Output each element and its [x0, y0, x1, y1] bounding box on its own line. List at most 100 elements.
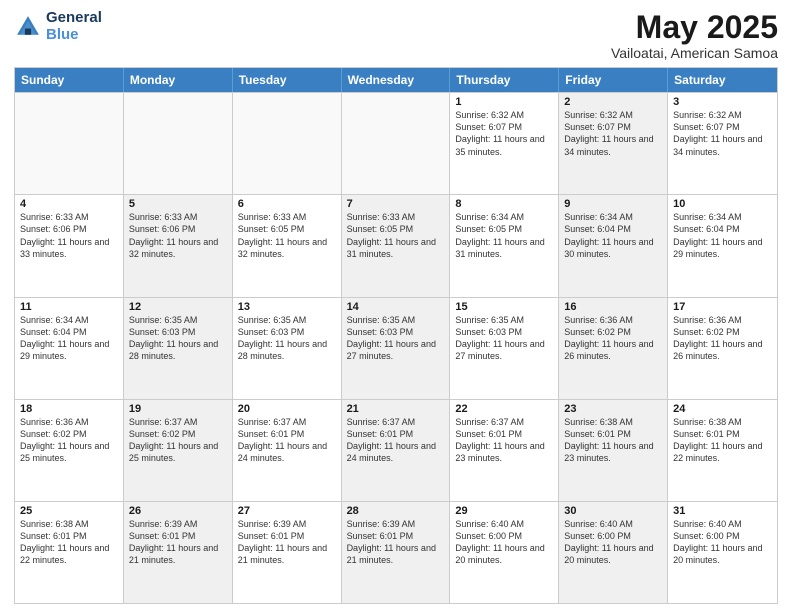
day-info: Sunrise: 6:33 AM Sunset: 6:06 PM Dayligh…: [129, 211, 227, 260]
day-cell-14: 14Sunrise: 6:35 AM Sunset: 6:03 PM Dayli…: [342, 298, 451, 399]
day-info: Sunrise: 6:35 AM Sunset: 6:03 PM Dayligh…: [347, 314, 445, 363]
day-header-saturday: Saturday: [668, 68, 777, 92]
day-number: 24: [673, 403, 772, 415]
day-number: 26: [129, 505, 227, 517]
day-info: Sunrise: 6:36 AM Sunset: 6:02 PM Dayligh…: [673, 314, 772, 363]
day-cell-5: 5Sunrise: 6:33 AM Sunset: 6:06 PM Daylig…: [124, 195, 233, 296]
day-header-monday: Monday: [124, 68, 233, 92]
day-cell-17: 17Sunrise: 6:36 AM Sunset: 6:02 PM Dayli…: [668, 298, 777, 399]
day-cell-20: 20Sunrise: 6:37 AM Sunset: 6:01 PM Dayli…: [233, 400, 342, 501]
day-header-wednesday: Wednesday: [342, 68, 451, 92]
day-info: Sunrise: 6:32 AM Sunset: 6:07 PM Dayligh…: [455, 109, 553, 158]
day-number: 1: [455, 96, 553, 108]
day-number: 18: [20, 403, 118, 415]
day-info: Sunrise: 6:33 AM Sunset: 6:05 PM Dayligh…: [238, 211, 336, 260]
day-header-thursday: Thursday: [450, 68, 559, 92]
day-number: 27: [238, 505, 336, 517]
day-cell-11: 11Sunrise: 6:34 AM Sunset: 6:04 PM Dayli…: [15, 298, 124, 399]
day-cell-3: 3Sunrise: 6:32 AM Sunset: 6:07 PM Daylig…: [668, 93, 777, 194]
day-number: 4: [20, 198, 118, 210]
day-number: 30: [564, 505, 662, 517]
day-number: 17: [673, 301, 772, 313]
day-number: 8: [455, 198, 553, 210]
day-info: Sunrise: 6:37 AM Sunset: 6:01 PM Dayligh…: [347, 416, 445, 465]
day-number: 6: [238, 198, 336, 210]
day-cell-26: 26Sunrise: 6:39 AM Sunset: 6:01 PM Dayli…: [124, 502, 233, 603]
day-number: 23: [564, 403, 662, 415]
day-header-friday: Friday: [559, 68, 668, 92]
day-number: 3: [673, 96, 772, 108]
subtitle: Vailoatai, American Samoa: [611, 45, 778, 61]
day-cell-18: 18Sunrise: 6:36 AM Sunset: 6:02 PM Dayli…: [15, 400, 124, 501]
empty-cell: [233, 93, 342, 194]
day-header-tuesday: Tuesday: [233, 68, 342, 92]
day-cell-28: 28Sunrise: 6:39 AM Sunset: 6:01 PM Dayli…: [342, 502, 451, 603]
calendar-row-4: 25Sunrise: 6:38 AM Sunset: 6:01 PM Dayli…: [15, 501, 777, 603]
empty-cell: [342, 93, 451, 194]
day-number: 29: [455, 505, 553, 517]
day-cell-23: 23Sunrise: 6:38 AM Sunset: 6:01 PM Dayli…: [559, 400, 668, 501]
day-number: 19: [129, 403, 227, 415]
day-info: Sunrise: 6:34 AM Sunset: 6:04 PM Dayligh…: [673, 211, 772, 260]
day-cell-4: 4Sunrise: 6:33 AM Sunset: 6:06 PM Daylig…: [15, 195, 124, 296]
day-info: Sunrise: 6:34 AM Sunset: 6:04 PM Dayligh…: [564, 211, 662, 260]
day-number: 11: [20, 301, 118, 313]
day-number: 25: [20, 505, 118, 517]
day-cell-16: 16Sunrise: 6:36 AM Sunset: 6:02 PM Dayli…: [559, 298, 668, 399]
calendar-body: 1Sunrise: 6:32 AM Sunset: 6:07 PM Daylig…: [15, 92, 777, 603]
day-info: Sunrise: 6:39 AM Sunset: 6:01 PM Dayligh…: [238, 518, 336, 567]
day-cell-13: 13Sunrise: 6:35 AM Sunset: 6:03 PM Dayli…: [233, 298, 342, 399]
day-cell-25: 25Sunrise: 6:38 AM Sunset: 6:01 PM Dayli…: [15, 502, 124, 603]
day-cell-9: 9Sunrise: 6:34 AM Sunset: 6:04 PM Daylig…: [559, 195, 668, 296]
day-info: Sunrise: 6:35 AM Sunset: 6:03 PM Dayligh…: [455, 314, 553, 363]
day-number: 7: [347, 198, 445, 210]
title-block: May 2025 Vailoatai, American Samoa: [611, 10, 778, 61]
day-number: 28: [347, 505, 445, 517]
day-info: Sunrise: 6:33 AM Sunset: 6:05 PM Dayligh…: [347, 211, 445, 260]
day-number: 14: [347, 301, 445, 313]
day-info: Sunrise: 6:36 AM Sunset: 6:02 PM Dayligh…: [564, 314, 662, 363]
day-cell-27: 27Sunrise: 6:39 AM Sunset: 6:01 PM Dayli…: [233, 502, 342, 603]
day-cell-10: 10Sunrise: 6:34 AM Sunset: 6:04 PM Dayli…: [668, 195, 777, 296]
calendar-row-2: 11Sunrise: 6:34 AM Sunset: 6:04 PM Dayli…: [15, 297, 777, 399]
empty-cell: [15, 93, 124, 194]
day-info: Sunrise: 6:36 AM Sunset: 6:02 PM Dayligh…: [20, 416, 118, 465]
day-header-sunday: Sunday: [15, 68, 124, 92]
day-info: Sunrise: 6:40 AM Sunset: 6:00 PM Dayligh…: [455, 518, 553, 567]
empty-cell: [124, 93, 233, 194]
day-cell-1: 1Sunrise: 6:32 AM Sunset: 6:07 PM Daylig…: [450, 93, 559, 194]
day-number: 2: [564, 96, 662, 108]
day-cell-8: 8Sunrise: 6:34 AM Sunset: 6:05 PM Daylig…: [450, 195, 559, 296]
calendar: SundayMondayTuesdayWednesdayThursdayFrid…: [14, 67, 778, 604]
logo-icon: [14, 13, 42, 41]
day-cell-22: 22Sunrise: 6:37 AM Sunset: 6:01 PM Dayli…: [450, 400, 559, 501]
day-info: Sunrise: 6:40 AM Sunset: 6:00 PM Dayligh…: [564, 518, 662, 567]
day-number: 21: [347, 403, 445, 415]
day-info: Sunrise: 6:38 AM Sunset: 6:01 PM Dayligh…: [673, 416, 772, 465]
day-info: Sunrise: 6:37 AM Sunset: 6:02 PM Dayligh…: [129, 416, 227, 465]
day-number: 22: [455, 403, 553, 415]
day-info: Sunrise: 6:33 AM Sunset: 6:06 PM Dayligh…: [20, 211, 118, 260]
day-info: Sunrise: 6:39 AM Sunset: 6:01 PM Dayligh…: [347, 518, 445, 567]
calendar-row-0: 1Sunrise: 6:32 AM Sunset: 6:07 PM Daylig…: [15, 92, 777, 194]
day-cell-2: 2Sunrise: 6:32 AM Sunset: 6:07 PM Daylig…: [559, 93, 668, 194]
day-cell-30: 30Sunrise: 6:40 AM Sunset: 6:00 PM Dayli…: [559, 502, 668, 603]
logo: General Blue: [14, 10, 102, 43]
day-info: Sunrise: 6:40 AM Sunset: 6:00 PM Dayligh…: [673, 518, 772, 567]
logo-line1: General: [46, 10, 102, 27]
day-number: 13: [238, 301, 336, 313]
day-number: 9: [564, 198, 662, 210]
day-info: Sunrise: 6:32 AM Sunset: 6:07 PM Dayligh…: [564, 109, 662, 158]
header: General Blue May 2025 Vailoatai, America…: [14, 10, 778, 61]
day-cell-29: 29Sunrise: 6:40 AM Sunset: 6:00 PM Dayli…: [450, 502, 559, 603]
day-info: Sunrise: 6:32 AM Sunset: 6:07 PM Dayligh…: [673, 109, 772, 158]
main-title: May 2025: [611, 10, 778, 45]
day-cell-21: 21Sunrise: 6:37 AM Sunset: 6:01 PM Dayli…: [342, 400, 451, 501]
calendar-row-3: 18Sunrise: 6:36 AM Sunset: 6:02 PM Dayli…: [15, 399, 777, 501]
day-cell-6: 6Sunrise: 6:33 AM Sunset: 6:05 PM Daylig…: [233, 195, 342, 296]
page: General Blue May 2025 Vailoatai, America…: [0, 0, 792, 612]
day-number: 20: [238, 403, 336, 415]
day-info: Sunrise: 6:39 AM Sunset: 6:01 PM Dayligh…: [129, 518, 227, 567]
day-cell-19: 19Sunrise: 6:37 AM Sunset: 6:02 PM Dayli…: [124, 400, 233, 501]
day-number: 15: [455, 301, 553, 313]
